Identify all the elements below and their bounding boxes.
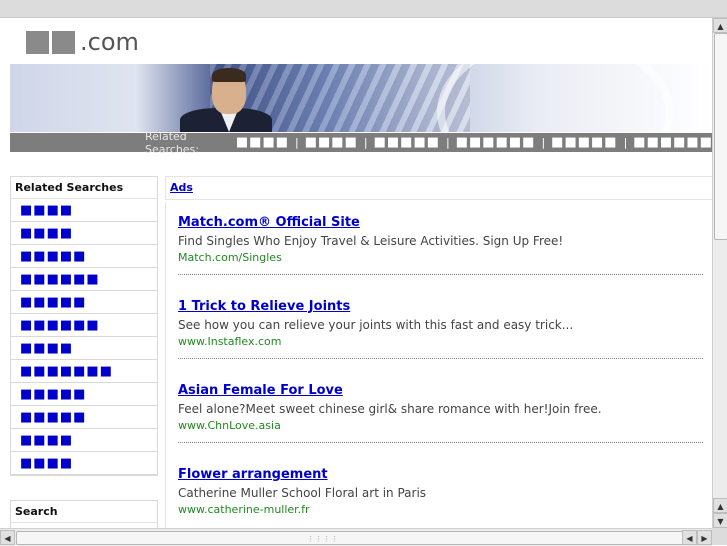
ad-item: Flower arrangement Catherine Muller Scho…: [178, 466, 703, 517]
sidebar-link[interactable]: ■■■■: [20, 204, 73, 217]
sidebar-item[interactable]: ■■■■■: [11, 245, 157, 268]
sidebar-link[interactable]: ■■■■■■■: [20, 365, 113, 378]
sidebar-link[interactable]: ■■■■■: [20, 296, 86, 309]
header-banner: [10, 64, 712, 132]
sidebar-link[interactable]: ■■■■: [20, 434, 73, 447]
ad-divider: [178, 274, 703, 275]
ad-item: Match.com® Official Site Find Singles Wh…: [178, 214, 703, 275]
scroll-left-icon[interactable]: ◀: [682, 530, 697, 545]
ad-description: See how you can relieve your joints with…: [178, 318, 574, 332]
scroll-grip-icon: ⋮⋮⋮⋮: [307, 535, 339, 543]
related-term[interactable]: ■■■■: [236, 136, 289, 149]
vertical-scrollbar[interactable]: ▲ ▲ ▼: [712, 18, 727, 528]
logo-block-1: [26, 31, 49, 54]
ad-url-link[interactable]: www.Instaflex.com: [178, 334, 703, 349]
horizontal-scroll-thumb[interactable]: ⋮⋮⋮⋮: [16, 531, 684, 545]
related-searches-bar: Related Searches: ■■■■ | ■■■■ | ■■■■■ | …: [10, 130, 712, 156]
ad-divider: [178, 442, 703, 443]
vertical-scroll-thumb[interactable]: [714, 33, 727, 240]
horizontal-scrollbar[interactable]: ◀ ⋮⋮⋮⋮ ◀ ▶: [0, 528, 712, 546]
ad-title-link[interactable]: Flower arrangement: [178, 466, 703, 484]
scroll-up-icon[interactable]: ▲: [713, 498, 727, 513]
related-term[interactable]: ■■■■■: [374, 136, 440, 149]
sidebar-item[interactable]: ■■■■: [11, 199, 157, 222]
logo-suffix: .com: [80, 28, 139, 56]
sidebar-item[interactable]: ■■■■■: [11, 291, 157, 314]
related-term[interactable]: ■■■■■■: [456, 136, 536, 149]
related-searches-sidebar: Related Searches ■■■■ ■■■■ ■■■■■ ■■■■■■ …: [10, 176, 158, 476]
scroll-down-icon[interactable]: ▼: [713, 513, 727, 528]
banner-arc: [437, 64, 673, 132]
site-logo[interactable]: .com: [26, 26, 139, 54]
ad-title-link[interactable]: Asian Female For Love: [178, 382, 703, 400]
separator: |: [446, 136, 450, 149]
sidebar-link[interactable]: ■■■■■: [20, 250, 86, 263]
banner-person-hair: [212, 68, 246, 82]
ads-link[interactable]: Ads: [170, 181, 193, 194]
sidebar-link[interactable]: ■■■■■: [20, 388, 86, 401]
sidebar-link[interactable]: ■■■■: [20, 227, 73, 240]
ad-item: Asian Female For Love Feel alone?Meet sw…: [178, 382, 703, 443]
ad-url-link[interactable]: www.catherine-muller.fr: [178, 502, 703, 517]
ad-url-link[interactable]: www.ChnLove.asia: [178, 418, 703, 433]
logo-block-2: [52, 31, 75, 54]
sidebar-link[interactable]: ■■■■: [20, 342, 73, 355]
sidebar-item[interactable]: ■■■■: [11, 337, 157, 360]
scroll-right-icon[interactable]: ▶: [697, 530, 712, 545]
ads-header: Ads: [165, 176, 712, 200]
ad-item: 1 Trick to Relieve Joints See how you ca…: [178, 298, 703, 359]
separator: |: [623, 136, 628, 149]
sidebar-item[interactable]: ■■■■■■: [11, 314, 157, 337]
sidebar-item[interactable]: ■■■■: [11, 222, 157, 245]
ad-url-link[interactable]: Match.com/Singles: [178, 250, 703, 265]
related-term[interactable]: ■■■■: [305, 136, 358, 149]
ads-list: Match.com® Official Site Find Singles Wh…: [165, 202, 712, 528]
sidebar-link[interactable]: ■■■■■■: [20, 319, 100, 332]
sidebar-item[interactable]: ■■■■: [11, 452, 157, 475]
sidebar-link[interactable]: ■■■■: [20, 457, 73, 470]
separator: |: [541, 136, 546, 149]
scrollbar-corner: [712, 528, 727, 545]
ad-title-link[interactable]: 1 Trick to Relieve Joints: [178, 298, 703, 316]
sidebar-item[interactable]: ■■■■■: [11, 406, 157, 429]
scroll-up-icon[interactable]: ▲: [713, 18, 727, 33]
related-searches-label: Related Searches:: [145, 129, 199, 156]
ad-description: Catherine Muller School Floral art in Pa…: [178, 486, 427, 500]
ad-divider: [178, 358, 703, 359]
scroll-left-icon[interactable]: ◀: [0, 530, 15, 545]
sidebar-item[interactable]: ■■■■■■: [11, 268, 157, 291]
separator: |: [295, 136, 299, 149]
sidebar-title: Related Searches: [11, 177, 157, 199]
ad-description: Find Singles Who Enjoy Travel & Leisure …: [178, 234, 564, 248]
related-term[interactable]: ■■■■■: [551, 136, 617, 149]
ad-title-link[interactable]: Match.com® Official Site: [178, 214, 703, 232]
browser-top-strip: [0, 0, 727, 18]
related-term[interactable]: ■■■■■■: [633, 136, 712, 149]
separator: |: [363, 136, 368, 149]
sidebar-link[interactable]: ■■■■■■: [20, 273, 100, 286]
page-viewport: .com Related Searches: ■■■■ | ■■■■ | ■■■…: [0, 18, 712, 528]
search-title: Search: [11, 501, 157, 523]
sidebar-item[interactable]: ■■■■■: [11, 383, 157, 406]
search-box: Search: [10, 500, 158, 528]
sidebar-link[interactable]: ■■■■■: [20, 411, 86, 424]
sidebar-item[interactable]: ■■■■: [11, 429, 157, 452]
sidebar-item[interactable]: ■■■■■■■: [11, 360, 157, 383]
ad-description: Feel alone?Meet sweet chinese girl& shar…: [178, 402, 602, 416]
